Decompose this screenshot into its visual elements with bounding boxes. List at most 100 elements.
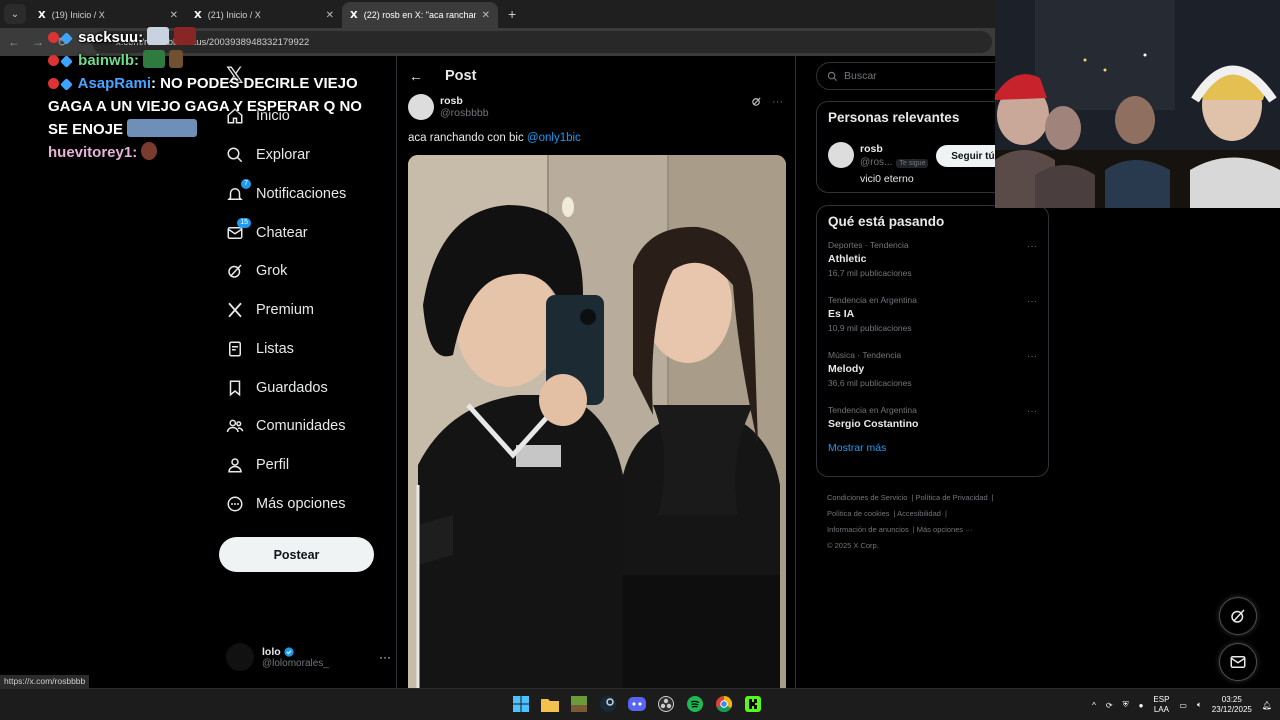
trend-category: Tendencia en Argentina	[828, 295, 917, 305]
nav-item-premium[interactable]: Premium	[226, 292, 314, 328]
language-indicator[interactable]: ESP LAA	[1153, 695, 1169, 715]
forward-icon[interactable]: →	[28, 35, 48, 49]
more-icon[interactable]: ···	[772, 96, 783, 110]
footer-link[interactable]: Política de cookies	[827, 509, 890, 518]
close-icon[interactable]: ✕	[482, 10, 490, 21]
post-author[interactable]: rosb @rosbbbb	[408, 94, 489, 120]
relevant-person-bio: vici0 eterno	[860, 173, 914, 185]
sync-icon[interactable]: ⟳	[1106, 701, 1113, 710]
badge-icon	[60, 32, 73, 45]
relevant-person-name[interactable]: rosb	[860, 143, 883, 155]
tab-list-button[interactable]: ⌄	[4, 4, 26, 24]
volume-icon[interactable]: 🔈︎	[1197, 700, 1202, 710]
chat-message: huevitorey1:	[48, 141, 368, 164]
chevron-up-icon[interactable]: ^	[1092, 701, 1096, 710]
more-icon[interactable]: ···	[379, 650, 391, 664]
new-tab-button[interactable]: +	[498, 6, 526, 28]
nav-item-mas-opciones[interactable]: Más opciones	[226, 486, 345, 522]
close-icon[interactable]: ✕	[326, 10, 334, 21]
chrome-icon[interactable]	[714, 694, 734, 714]
browser-tab-1[interactable]: X (19) Inicio / X ✕	[30, 2, 186, 28]
grok-icon[interactable]	[751, 96, 762, 110]
show-more-link[interactable]: Mostrar más	[828, 442, 1037, 454]
footer-link[interactable]: Política de Privacidad	[916, 493, 988, 502]
x-icon	[226, 301, 244, 319]
browser-tab-3[interactable]: X (22) rosb en X: "aca ranchando ✕	[342, 2, 498, 28]
browser-tab-2[interactable]: X (21) Inicio / X ✕	[186, 2, 342, 28]
minecraft-icon[interactable]	[569, 694, 589, 714]
back-icon[interactable]: ←	[4, 35, 24, 49]
page-title: Post	[445, 68, 477, 84]
notifications-icon[interactable]: 🔔︎	[1262, 701, 1272, 710]
shield-icon[interactable]: ⛨	[1123, 700, 1129, 710]
nav-item-notificaciones[interactable]: 7 Notificaciones	[226, 176, 346, 212]
nav-item-grok[interactable]: Grok	[226, 253, 287, 289]
nav-label: Grok	[256, 263, 288, 279]
account-name: lolo	[262, 645, 281, 658]
footer-link[interactable]: Más opciones ···	[917, 525, 973, 534]
trend-category: Tendencia en Argentina	[828, 405, 917, 415]
nav-item-comunidades[interactable]: Comunidades	[226, 408, 345, 444]
emote-icon	[169, 50, 184, 68]
trend-name: Melody	[828, 363, 865, 375]
tab-title: (21) Inicio / X	[207, 10, 261, 20]
footer-links: Condiciones de Servicio | Política de Pri…	[827, 493, 994, 550]
footer-link[interactable]: Accesibilidad	[897, 509, 941, 518]
account-switcher[interactable]: lolo @lolomorales_ ···	[226, 640, 391, 674]
nav-label: Comunidades	[256, 418, 346, 434]
post-button[interactable]: Postear	[219, 537, 374, 572]
nav-item-chatear[interactable]: 15 Chatear	[226, 215, 308, 251]
trend-name: Es IA	[828, 308, 855, 320]
more-icon[interactable]: ···	[1027, 296, 1037, 307]
discord-icon[interactable]	[627, 694, 647, 714]
avatar[interactable]	[828, 142, 854, 168]
nav-label: Premium	[256, 302, 315, 318]
nav-item-perfil[interactable]: Perfil	[226, 447, 289, 483]
clock[interactable]: 03:25 23/12/2025	[1212, 695, 1252, 715]
post-author-name[interactable]: rosb	[440, 95, 489, 107]
trend-category: Música · Tendencia	[828, 350, 902, 360]
mail-icon	[1230, 656, 1246, 668]
more-icon[interactable]: ···	[1027, 351, 1037, 362]
nav-label: Chatear	[256, 225, 308, 241]
footer-link[interactable]: Información de anuncios	[827, 525, 909, 534]
kick-icon[interactable]	[743, 694, 763, 714]
microphone-icon[interactable]: ●	[1139, 701, 1144, 710]
nav-item-listas[interactable]: Listas	[226, 331, 294, 367]
footer-link[interactable]: Condiciones de Servicio	[827, 493, 907, 502]
main-column: ← Post rosb @rosbbbb ··· aca ranchando c…	[396, 56, 796, 688]
photo-illustration	[408, 155, 786, 688]
nav-label: Perfil	[256, 457, 290, 473]
spotify-icon[interactable]	[685, 694, 705, 714]
windows-start-icon[interactable]	[511, 694, 531, 714]
x-favicon-icon: X	[194, 9, 202, 21]
back-arrow-icon[interactable]: ←	[409, 68, 423, 84]
trend-item[interactable]: Deportes · Tendencia Athletic 16,7 mil p…	[817, 237, 1048, 292]
close-icon[interactable]: ✕	[170, 10, 178, 21]
post-author-handle[interactable]: @rosbbbb	[440, 107, 489, 119]
post-text: aca ranchando con bic @only1bic	[408, 132, 581, 144]
trend-item[interactable]: Música · Tendencia Melody 36,6 mil publi…	[817, 347, 1048, 402]
network-icon[interactable]: ▭	[1179, 701, 1187, 710]
notification-badge: 15	[237, 218, 251, 228]
badge-icon	[60, 55, 73, 68]
post-mention-link[interactable]: @only1bic	[527, 132, 581, 144]
messages-floating-button[interactable]	[1219, 643, 1257, 681]
trend-item[interactable]: Tendencia en Argentina Es IA 10,9 mil pu…	[817, 292, 1048, 347]
more-icon[interactable]: ···	[1027, 241, 1037, 252]
chat-message: bainwlb:	[48, 49, 368, 72]
file-explorer-icon[interactable]	[540, 694, 560, 714]
search-placeholder: Buscar	[844, 70, 877, 82]
obs-icon[interactable]	[656, 694, 676, 714]
steam-icon[interactable]	[598, 694, 618, 714]
chat-username: sacksuu:	[78, 29, 144, 46]
trend-item[interactable]: Tendencia en Argentina Sergio Costantino…	[817, 402, 1048, 442]
avatar[interactable]	[408, 94, 434, 120]
post-body: aca ranchando con bic	[408, 132, 527, 144]
nav-item-guardados[interactable]: Guardados	[226, 370, 328, 406]
more-icon[interactable]: ···	[1027, 406, 1037, 417]
x-favicon-icon: X	[350, 9, 358, 21]
post-image[interactable]	[408, 155, 786, 688]
grok-floating-button[interactable]	[1219, 597, 1257, 635]
trends-panel: Qué está pasando Deportes · Tendencia At…	[816, 205, 1049, 477]
